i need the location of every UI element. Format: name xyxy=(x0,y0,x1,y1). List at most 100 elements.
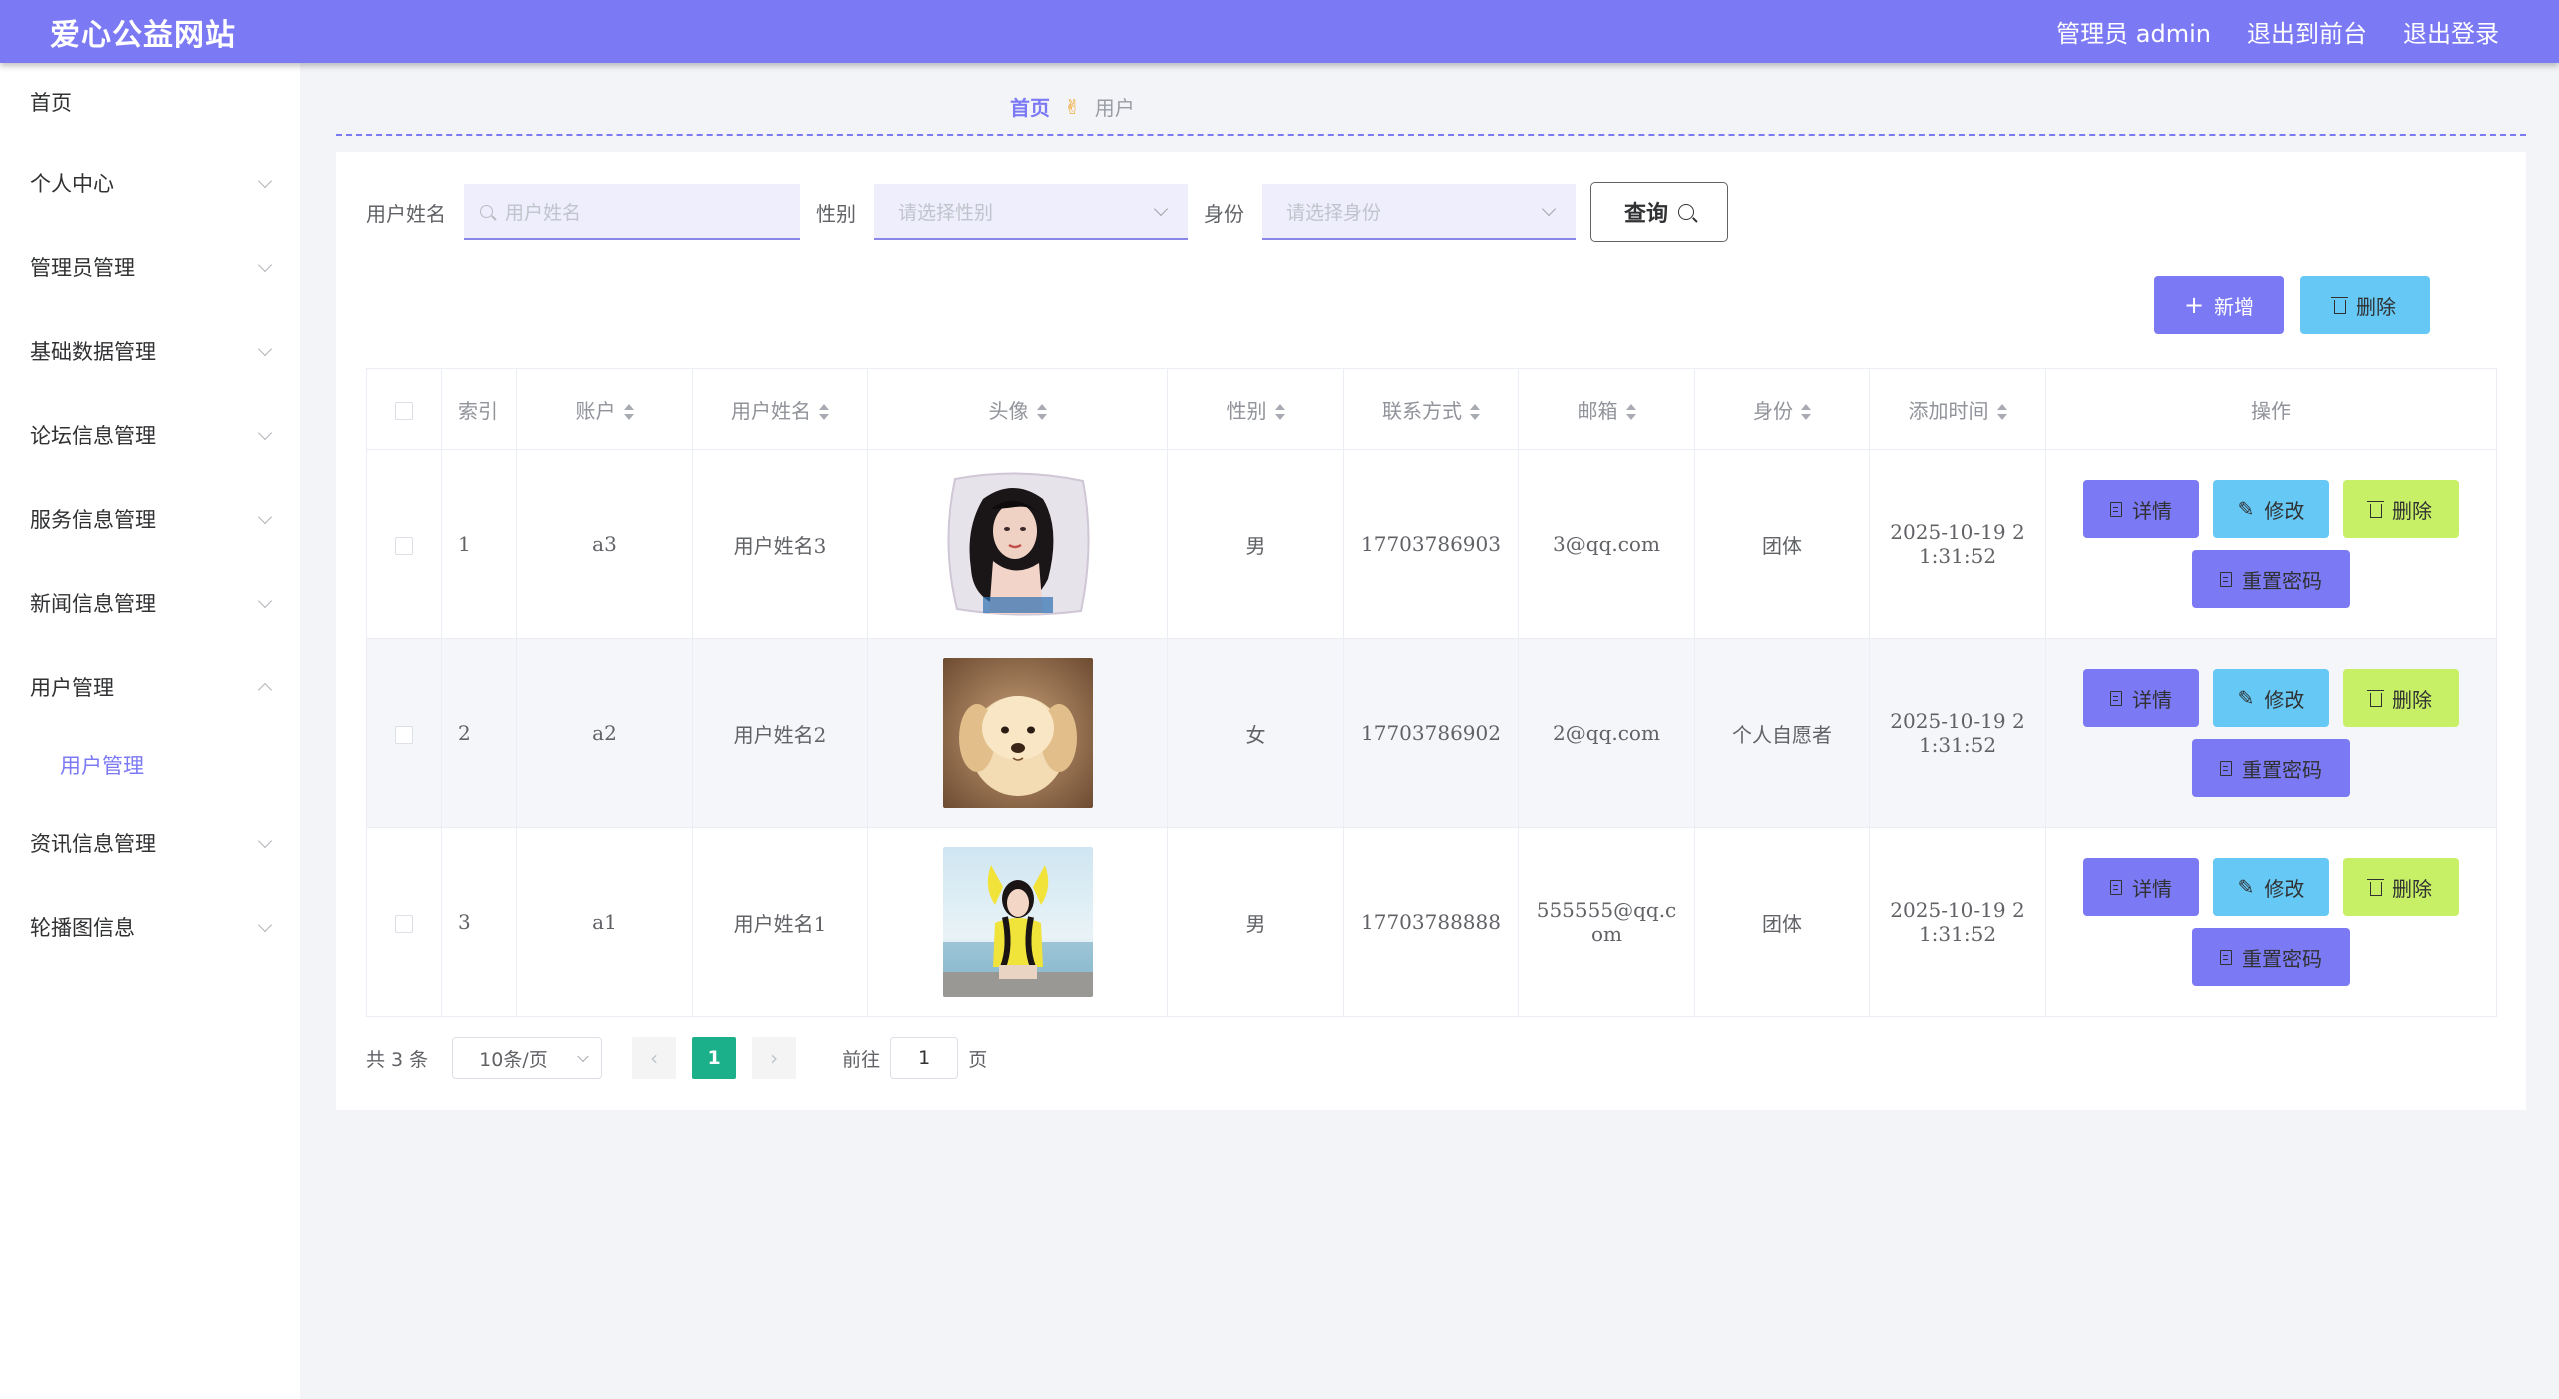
sort-icon[interactable] xyxy=(1625,404,1636,420)
delete-button[interactable]: 删除 xyxy=(2343,669,2459,727)
cell-index: 1 xyxy=(441,449,517,639)
row-select-cell xyxy=(366,449,442,639)
edit-button[interactable]: ✎ 修改 xyxy=(2213,669,2329,727)
exit-to-front-link[interactable]: 退出到前台 xyxy=(2247,14,2367,49)
add-button[interactable]: + 新增 xyxy=(2154,276,2284,334)
gender-select[interactable]: 请选择性别 xyxy=(874,184,1188,240)
cell-gender: 女 xyxy=(1167,638,1344,828)
delete-button[interactable]: 删除 xyxy=(2343,858,2459,916)
row-checkbox[interactable] xyxy=(395,536,413,555)
col-added-time[interactable]: 添加时间 xyxy=(1869,368,2046,450)
col-email[interactable]: 邮箱 xyxy=(1518,368,1695,450)
breadcrumb-current: 用户 xyxy=(1094,96,1135,120)
name-label: 用户姓名 xyxy=(366,201,446,226)
chevron-down-icon xyxy=(577,1050,589,1063)
sidebar-item-label: 个人中心 xyxy=(30,172,114,196)
avatar[interactable] xyxy=(942,469,1093,619)
sidebar-item-basic-data[interactable]: 基础数据管理 xyxy=(0,309,300,393)
sort-icon[interactable] xyxy=(1274,404,1285,420)
sidebar-item-admin-management[interactable]: 管理员管理 xyxy=(0,225,300,309)
row-checkbox[interactable] xyxy=(395,914,413,933)
col-index: 索引 xyxy=(441,368,517,450)
cell-index: 2 xyxy=(441,638,517,828)
chevron-up-icon xyxy=(257,682,273,698)
avatar[interactable] xyxy=(942,847,1093,997)
row-checkbox[interactable] xyxy=(395,725,413,744)
col-avatar[interactable]: 头像 xyxy=(867,368,1168,450)
document-icon xyxy=(2110,501,2122,517)
sidebar-item-personal-center[interactable]: 个人中心 xyxy=(0,141,300,225)
detail-label: 详情 xyxy=(2132,876,2172,901)
row-actions: 详情 ✎ 修改 删除 重置密码 xyxy=(2081,858,2461,986)
sidebar-item-news[interactable]: 新闻信息管理 xyxy=(0,561,300,645)
table-header-row: 索引 账户 用户姓名 头像 性别 联系方式 邮箱 身份 添加时间 操作 xyxy=(366,368,2497,450)
logout-link[interactable]: 退出登录 xyxy=(2403,14,2499,49)
sidebar-item-home[interactable]: 首页 xyxy=(0,63,300,141)
document-icon xyxy=(2220,760,2232,776)
sort-icon[interactable] xyxy=(1036,404,1047,420)
search-icon xyxy=(1678,204,1694,220)
col-gender[interactable]: 性别 xyxy=(1167,368,1344,450)
reset-password-button[interactable]: 重置密码 xyxy=(2192,739,2350,797)
next-page-button[interactable]: › xyxy=(752,1037,797,1079)
pencil-icon: ✎ xyxy=(2237,686,2255,710)
sort-icon[interactable] xyxy=(623,404,634,420)
reset-password-button[interactable]: 重置密码 xyxy=(2192,928,2350,986)
sidebar-item-label: 用户管理 xyxy=(30,676,114,700)
sort-icon[interactable] xyxy=(1470,404,1480,420)
col-phone[interactable]: 联系方式 xyxy=(1343,368,1519,450)
cell-identity: 个人自愿者 xyxy=(1694,638,1870,828)
identity-select[interactable]: 请选择身份 xyxy=(1262,184,1576,240)
trash-icon xyxy=(2367,500,2384,518)
cell-operations: 详情 ✎ 修改 删除 重置密码 xyxy=(2045,449,2497,639)
sidebar-item-user-management[interactable]: 用户管理 xyxy=(0,645,300,729)
cell-added-time: 2025-10-19 2 1:31:52 xyxy=(1869,827,2046,1017)
sidebar-item-info[interactable]: 资讯信息管理 xyxy=(0,801,300,885)
sort-icon[interactable] xyxy=(1801,404,1811,420)
page-number-button[interactable]: 1 xyxy=(692,1037,737,1079)
cell-email: 2@qq.com xyxy=(1518,638,1695,828)
sidebar-item-carousel[interactable]: 轮播图信息 xyxy=(0,885,300,969)
chevron-down-icon xyxy=(257,917,273,933)
pencil-icon: ✎ xyxy=(2237,875,2255,899)
edit-button[interactable]: ✎ 修改 xyxy=(2213,858,2329,916)
cell-phone: 17703786902 xyxy=(1343,638,1519,828)
sidebar-item-forum[interactable]: 论坛信息管理 xyxy=(0,393,300,477)
time-line: 1:31:52 xyxy=(1918,733,1997,757)
breadcrumb-home[interactable]: 首页 xyxy=(1010,92,1050,121)
page-size-select[interactable]: 10条/页 xyxy=(452,1037,603,1079)
goto-page-input[interactable]: 1 xyxy=(890,1037,959,1079)
cell-phone: 17703788888 xyxy=(1343,827,1519,1017)
query-button[interactable]: 查询 xyxy=(1590,182,1728,242)
avatar[interactable] xyxy=(942,658,1093,808)
table-actions: + 新增 删除 xyxy=(2154,276,2430,334)
prev-page-button[interactable]: ‹ xyxy=(632,1037,677,1079)
sort-icon[interactable] xyxy=(1996,404,2007,420)
batch-delete-button[interactable]: 删除 xyxy=(2300,276,2430,334)
reset-label: 重置密码 xyxy=(2242,568,2322,593)
reset-password-button[interactable]: 重置密码 xyxy=(2192,550,2350,608)
detail-button[interactable]: 详情 xyxy=(2083,669,2199,727)
detail-button[interactable]: 详情 xyxy=(2083,858,2199,916)
name-search-input[interactable]: 用户姓名 xyxy=(464,184,800,240)
sort-icon[interactable] xyxy=(819,404,829,420)
sidebar-item-service[interactable]: 服务信息管理 xyxy=(0,477,300,561)
sidebar-item-label: 资讯信息管理 xyxy=(30,832,156,856)
detail-label: 详情 xyxy=(2132,687,2172,712)
select-all-checkbox[interactable] xyxy=(395,401,413,420)
add-button-label: 新增 xyxy=(2214,294,2255,319)
user-table: 索引 账户 用户姓名 头像 性别 联系方式 邮箱 身份 添加时间 操作 1 a3… xyxy=(366,368,2497,1017)
detail-button[interactable]: 详情 xyxy=(2083,480,2199,538)
col-account[interactable]: 账户 xyxy=(516,368,693,450)
col-email-label: 邮箱 xyxy=(1577,398,1618,423)
cell-name: 用户姓名3 xyxy=(692,449,868,639)
delete-button[interactable]: 删除 xyxy=(2343,480,2459,538)
chevron-down-icon xyxy=(257,173,273,189)
sidebar-subitem-user-management[interactable]: 用户管理 xyxy=(0,729,300,801)
col-name[interactable]: 用户姓名 xyxy=(692,368,868,450)
cell-identity: 团体 xyxy=(1694,827,1870,1017)
col-identity[interactable]: 身份 xyxy=(1694,368,1870,450)
cell-avatar xyxy=(867,449,1168,639)
edit-button[interactable]: ✎ 修改 xyxy=(2213,480,2329,538)
edit-label: 修改 xyxy=(2264,498,2305,523)
